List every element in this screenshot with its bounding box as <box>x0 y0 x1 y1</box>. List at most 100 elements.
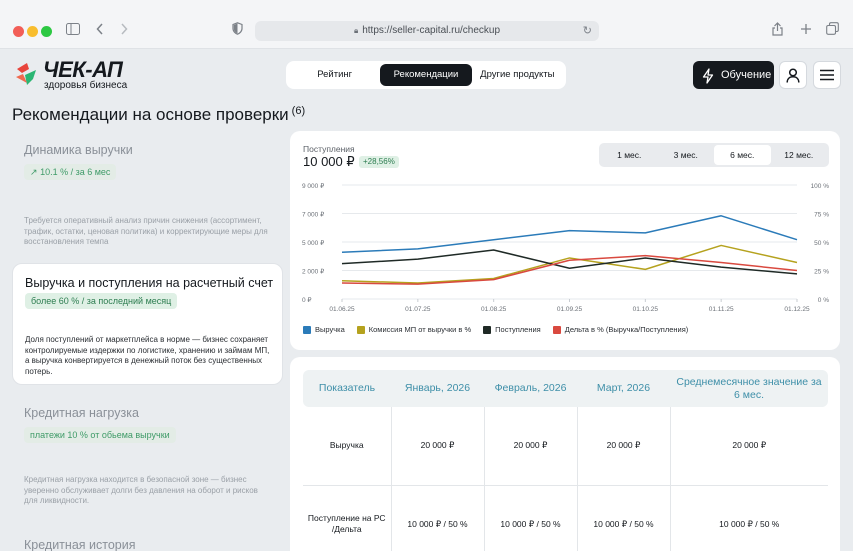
url-text: https://seller-capital.ru/checkup <box>362 25 501 36</box>
user-icon <box>786 67 800 83</box>
row-label: Поступление на РС /Дельта <box>303 485 392 551</box>
legend-item[interactable]: Комиссия МП от выручки в % <box>356 325 472 335</box>
recommendation-item[interactable]: Кредитная нагрузка платежи 10 % от обьем… <box>12 406 283 507</box>
x-tick-label: 01.07.25 <box>405 306 431 313</box>
metrics-table: Показатель Январь, 2026 Февраль, 2026 Ма… <box>303 370 828 551</box>
table-cell: 10 000 ₽ / 50 % <box>484 485 578 551</box>
reload-icon[interactable]: ↻ <box>583 21 592 41</box>
logo-title: ЧЕК-АП <box>43 57 123 82</box>
table-cell: 10 000 ₽ / 50 % <box>391 485 485 551</box>
y-tick-label-left: 0 ₽ <box>302 296 312 304</box>
table-card: Показатель Январь, 2026 Февраль, 2026 Ма… <box>290 357 840 551</box>
bolt-icon <box>702 67 714 95</box>
kpi-value: 10 000 ₽ <box>303 154 355 169</box>
table-cell: 10 000 ₽ / 50 % <box>670 485 828 551</box>
y-tick-label-right: 25 % <box>814 269 829 276</box>
recommendation-description: Кредитная нагрузка находится в безопасно… <box>24 475 258 505</box>
legend-item[interactable]: Поступления <box>483 325 541 335</box>
y-tick-label-left: 2 000 ₽ <box>302 268 325 276</box>
x-tick-label: 01.08.25 <box>481 306 507 313</box>
column-header: Январь, 2026 <box>391 370 484 407</box>
recommendation-item[interactable]: Динамика выручки ↗ 10.1 % / за 6 мес Тре… <box>12 143 283 248</box>
column-header: Показатель <box>303 370 391 407</box>
legend-label: Поступления <box>495 325 541 334</box>
legend-item[interactable]: Дельта в % (Выручка/Поступления) <box>552 325 689 335</box>
y-tick-label-right: 0 % <box>818 297 829 304</box>
browser-toolbar: 🔒︎ https://seller-capital.ru/checkup ↻ <box>0 0 853 49</box>
logo-subtitle: здоровья бизнеса <box>44 80 128 91</box>
x-tick-label: 01.12.25 <box>784 306 810 313</box>
y-tick-label-left: 7 000 ₽ <box>302 211 325 219</box>
back-icon[interactable] <box>96 22 104 38</box>
recommendation-description: Требуется оперативный анализ причин сниж… <box>24 216 268 246</box>
learn-button-label: Обучение <box>721 69 772 81</box>
status-badge: более 60 % / за последний месяц <box>25 293 178 309</box>
x-tick-label: 01.09.25 <box>557 306 583 313</box>
legend-swatch <box>483 326 492 334</box>
tab-recommendations[interactable]: Рекомендации <box>380 64 472 86</box>
minimize-window-button[interactable] <box>27 26 38 37</box>
trend-up-icon: ↗ <box>30 167 38 177</box>
page-title: Рекомендации на основе проверки (6) <box>12 105 306 124</box>
new-tab-icon[interactable] <box>800 22 812 38</box>
table-row: Поступление на РС /Дельта 10 000 ₽ / 50 … <box>303 485 828 551</box>
column-header: Февраль, 2026 <box>484 370 577 407</box>
close-window-button[interactable] <box>13 26 24 37</box>
table-cell: 20 000 ₽ <box>577 407 671 486</box>
legend-swatch <box>552 326 561 334</box>
table-cell: 20 000 ₽ <box>484 407 578 486</box>
shield-icon[interactable] <box>232 22 243 38</box>
period-3m[interactable]: 3 мес. <box>658 145 715 165</box>
period-1m[interactable]: 1 мес. <box>601 145 658 165</box>
table-cell: 20 000 ₽ <box>391 407 485 486</box>
chart-legend: Выручка Комиссия МП от выручки в % Поступл… <box>303 325 700 335</box>
maximize-window-button[interactable] <box>41 26 52 37</box>
y-tick-label-left: 5 000 ₽ <box>302 239 325 247</box>
y-tick-label-right: 75 % <box>814 212 829 219</box>
y-tick-label-right: 50 % <box>814 240 829 247</box>
sidebar-icon[interactable] <box>66 22 80 38</box>
main-nav: Рейтинг Рекомендации Другие продукты <box>286 61 566 89</box>
menu-button[interactable] <box>813 61 841 89</box>
learn-button[interactable]: Обучение <box>693 61 774 89</box>
y-tick-label-left: 9 000 ₽ <box>302 182 325 190</box>
recommendation-title: Кредитная история <box>24 538 136 551</box>
line-chart: 0 ₽ 0 % 2 000 ₽ 25 % 5 000 ₽ 50 % 7 000 ₽ 75 % 9… <box>302 182 830 313</box>
y-tick-label-right: 100 % <box>811 183 830 190</box>
legend-item[interactable]: Выручка <box>303 325 345 335</box>
recommendation-title: Выручка и поступления на расчетный счет <box>25 276 274 290</box>
table-cell: 10 000 ₽ / 50 % <box>577 485 671 551</box>
recommendation-title: Динамика выручки <box>24 143 133 157</box>
forward-icon[interactable] <box>120 22 128 38</box>
recommendation-description: Доля поступлений от маркетплейса в норме… <box>25 335 270 376</box>
period-selector: 1 мес. 3 мес. 6 мес. 12 мес. <box>599 143 829 167</box>
x-tick-label: 01.11.25 <box>709 306 734 313</box>
legend-swatch <box>303 326 311 334</box>
kpi-label: Поступления <box>303 144 355 154</box>
recommendation-item[interactable]: Кредитная история <box>12 538 283 551</box>
status-badge: ↗ 10.1 % / за 6 мес <box>24 164 117 180</box>
table-cell: 20 000 ₽ <box>670 407 828 486</box>
row-label: Выручка <box>303 407 392 486</box>
tabs-overview-icon[interactable] <box>826 22 839 38</box>
series-line-1 <box>341 244 798 284</box>
address-bar[interactable]: 🔒︎ https://seller-capital.ru/checkup ↻ <box>255 21 599 41</box>
period-6m[interactable]: 6 мес. <box>714 145 771 165</box>
legend-label: Дельта в % (Выручка/Поступления) <box>564 325 689 334</box>
table-row: Выручка 20 000 ₽ 20 000 ₽ 20 000 ₽ 20 00… <box>303 407 828 486</box>
tab-other-products[interactable]: Другие продукты <box>472 64 563 86</box>
recommendation-count: (6) <box>291 105 306 117</box>
x-tick-label: 01.10.25 <box>633 306 659 313</box>
hamburger-icon <box>820 69 834 81</box>
legend-label: Выручка <box>315 325 345 334</box>
recommendation-title: Кредитная нагрузка <box>24 406 139 420</box>
kpi-delta-badge: +28,56% <box>359 156 399 168</box>
logo-icon[interactable] <box>14 61 40 87</box>
lock-icon: 🔒︎ <box>353 26 359 35</box>
tab-rating[interactable]: Рейтинг <box>289 64 380 86</box>
legend-label: Комиссия МП от выручки в % <box>368 325 472 334</box>
profile-button[interactable] <box>779 61 807 89</box>
period-12m[interactable]: 12 мес. <box>771 145 828 165</box>
share-icon[interactable] <box>772 22 783 39</box>
recommendation-item-active[interactable]: Выручка и поступления на расчетный счет … <box>12 263 283 385</box>
